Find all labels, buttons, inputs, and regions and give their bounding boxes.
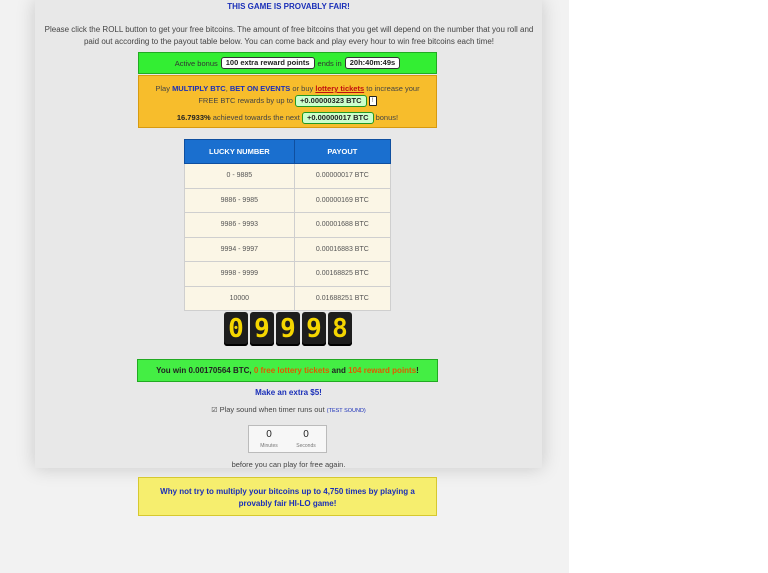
next-bonus-badge: +0.00000017 BTC: [301, 112, 374, 124]
lucky-number-cell: 9886 - 9985: [184, 187, 295, 213]
increase-value-badge: +0.00000323 BTC: [295, 95, 367, 107]
table-row: 0 - 9885 0.00000017 BTC: [184, 163, 392, 189]
lucky-number-cell: 9994 - 9997: [184, 236, 295, 262]
provably-fair-link[interactable]: THIS GAME IS PROVABLY FAIR!: [0, 2, 577, 11]
make-extra-link[interactable]: Make an extra $5!: [0, 388, 577, 397]
play-sound-label: Play sound when timer runs out: [219, 405, 325, 414]
payout-cell: 0.00168825 BTC: [293, 261, 392, 287]
win-lottery-tickets: 0 free lottery tickets: [253, 366, 330, 375]
header-lucky-number: LUCKY NUMBER: [184, 139, 295, 164]
before-play-text: before you can play for free again.: [231, 460, 346, 469]
intro-text: Please click the ROLL button to get your…: [44, 25, 534, 46]
lucky-number-cell: 9986 - 9993: [184, 212, 295, 238]
countdown-timer: 0 Minutes 0 Seconds: [248, 425, 327, 453]
payout-header-row: LUCKY NUMBER PAYOUT: [184, 139, 392, 164]
roll-digit: 9: [302, 312, 326, 346]
lottery-tickets-link[interactable]: lottery tickets: [315, 84, 364, 93]
promo-to-increase: to increase your: [366, 84, 420, 93]
multiply-btc-link[interactable]: MULTIPLY BTC: [172, 84, 226, 93]
lucky-number-cell: 10000: [184, 285, 295, 311]
lucky-number-cell: 0 - 9885: [184, 163, 295, 189]
hilo-promo-link[interactable]: Why not try to multiply your bitcoins up…: [138, 477, 437, 516]
info-icon[interactable]: !: [368, 96, 377, 107]
table-row: 9986 - 9993 0.00001688 BTC: [184, 212, 392, 238]
promo-or-buy: or buy: [292, 84, 314, 93]
bet-on-events-link[interactable]: BET ON EVENTS: [230, 84, 290, 93]
payout-cell: 0.01688251 BTC: [293, 285, 392, 311]
timer-minutes: 0: [266, 429, 272, 440]
win-and: and: [331, 366, 346, 375]
header-payout: PAYOUT: [293, 139, 392, 164]
roll-result-display: 0 9 9 9 8: [224, 312, 352, 346]
bonus-points-badge: 100 extra reward points: [220, 57, 315, 69]
bonus-countdown: 20h:40m:49s: [344, 57, 401, 69]
timer-seconds-label: Seconds: [296, 443, 316, 449]
payout-cell: 0.00000017 BTC: [293, 163, 392, 189]
win-reward-points: 104 reward points: [348, 366, 417, 375]
timer-minutes-label: Minutes: [260, 443, 278, 449]
table-row: 9994 - 9997 0.00016883 BTC: [184, 236, 392, 262]
payout-cell: 0.00000169 BTC: [293, 187, 392, 213]
test-sound-link[interactable]: (TEST SOUND): [327, 408, 366, 414]
payout-cell: 0.00001688 BTC: [293, 212, 392, 238]
win-prefix: You win 0.00170564 BTC,: [156, 366, 252, 375]
hilo-line-1: Why not try to multiply your bitcoins up…: [160, 487, 415, 496]
promo-achieved: achieved towards the next: [212, 113, 300, 122]
roll-digit: 9: [250, 312, 274, 346]
lucky-number-cell: 9998 - 9999: [184, 261, 295, 287]
promo-box: Play MULTIPLY BTC, BET ON EVENTS or buy …: [138, 75, 437, 128]
hilo-line-2: provably fair HI-LO game!: [238, 499, 337, 508]
promo-play: Play: [155, 84, 170, 93]
bonus-ends-label: ends in: [317, 58, 342, 68]
table-row: 9998 - 9999 0.00168825 BTC: [184, 261, 392, 287]
bonus-percent: 16.7933%: [176, 113, 211, 122]
promo-bonus-word: bonus!: [375, 113, 399, 122]
promo-free-btc: FREE BTC rewards by up to: [198, 96, 293, 105]
table-row: 10000 0.01688251 BTC: [184, 285, 392, 311]
promo-comma: ,: [225, 84, 228, 93]
payout-cell: 0.00016883 BTC: [293, 236, 392, 262]
win-suffix: !: [416, 366, 419, 375]
payout-table: LUCKY NUMBER PAYOUT 0 - 9885 0.00000017 …: [184, 139, 392, 311]
table-row: 9886 - 9985 0.00000169 BTC: [184, 187, 392, 213]
bonus-prefix: Active bonus: [174, 58, 218, 68]
play-sound-checkbox[interactable]: ☑: [211, 407, 217, 414]
active-bonus-bar: Active bonus 100 extra reward points end…: [138, 52, 437, 74]
roll-digit: 0: [224, 312, 248, 346]
roll-digit: 8: [328, 312, 352, 346]
timer-seconds: 0: [303, 429, 309, 440]
sound-option-row: ☑ Play sound when timer runs out (TEST S…: [0, 405, 577, 414]
roll-digit: 9: [276, 312, 300, 346]
win-message-bar: You win 0.00170564 BTC, 0 free lottery t…: [137, 359, 438, 382]
